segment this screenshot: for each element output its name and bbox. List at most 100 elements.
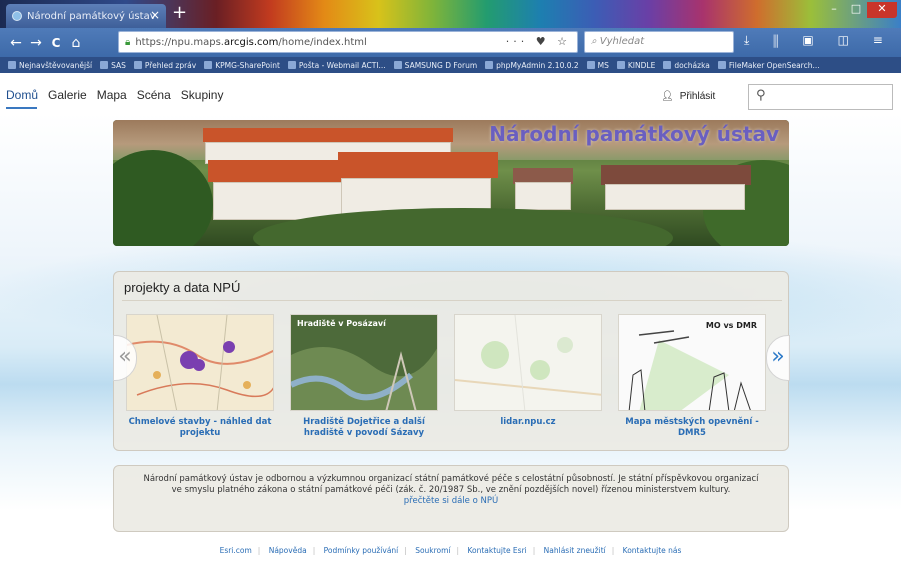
nav-groups[interactable]: Skupiny bbox=[181, 88, 224, 102]
card-label[interactable]: Hradiště Dojetřice a další hradiště v po… bbox=[290, 417, 438, 439]
bookmark-item[interactable]: SAMSUNG D Forum bbox=[393, 60, 478, 70]
bookmark-icon bbox=[393, 61, 402, 69]
lock-icon: 🔒︎ bbox=[125, 36, 131, 48]
minimize-button[interactable]: – bbox=[823, 2, 845, 18]
bookmark-item[interactable]: FileMaker OpenSearch... bbox=[717, 61, 820, 70]
search-icon: ⚲ bbox=[756, 88, 766, 103]
footer-link-contact-us[interactable]: Kontaktujte nás bbox=[623, 546, 682, 555]
card-thumbnail[interactable] bbox=[454, 314, 602, 411]
thumb-caption: Hradiště v Posázaví bbox=[297, 319, 386, 328]
card-label[interactable]: Chmelové stavby - náhled dat projektu bbox=[126, 417, 274, 439]
nav-map[interactable]: Mapa bbox=[97, 88, 127, 102]
person-icon: 👤︎ bbox=[661, 91, 674, 102]
gallery-card[interactable]: Hradiště v Posázaví Hradiště Dojetřice a… bbox=[290, 314, 438, 439]
bookmark-item[interactable]: docházka bbox=[663, 61, 710, 70]
bookmarks-bar: Nejnavštěvovanější SAS Přehled zpráv KPM… bbox=[0, 57, 901, 73]
roof-shape bbox=[208, 160, 348, 182]
toolbar-icons[interactable]: ⤓ ⫼ ▣ ◫ ≡ bbox=[744, 33, 893, 48]
url-tools-icons[interactable]: ··· ♥ ☆ bbox=[506, 35, 571, 48]
back-button[interactable]: ← bbox=[6, 35, 26, 51]
url-prefix: https://npu.maps. bbox=[135, 36, 224, 48]
home-button[interactable]: ⌂ bbox=[66, 35, 86, 51]
bookmark-icon bbox=[717, 61, 726, 69]
login-link[interactable]: 👤︎ Přihlásit bbox=[661, 91, 715, 102]
bookmark-icon bbox=[485, 61, 494, 69]
bookmark-icon bbox=[8, 61, 16, 69]
bookmark-item[interactable]: KINDLE bbox=[616, 61, 655, 70]
footer-link-terms[interactable]: Podmínky používání bbox=[324, 546, 399, 555]
bookmark-label: Pošta - Webmail ACTI... bbox=[298, 60, 386, 70]
valley-photo-icon bbox=[291, 315, 437, 410]
bookmark-label: KPMG-SharePoint bbox=[215, 60, 280, 70]
bookmark-icon bbox=[663, 61, 672, 69]
close-window-button[interactable]: ✕ bbox=[867, 2, 897, 18]
roof-shape bbox=[601, 165, 751, 185]
nav-gallery[interactable]: Galerie bbox=[48, 88, 87, 102]
about-link[interactable]: přečtěte si dále o NPÚ bbox=[138, 496, 764, 507]
bookmark-label: Přehled zpráv bbox=[144, 60, 197, 70]
url-host: arcgis.com bbox=[223, 36, 279, 48]
bookmark-item[interactable]: KPMG-SharePoint bbox=[204, 61, 280, 70]
bookmark-item[interactable]: Nejnavštěvovanější bbox=[8, 61, 92, 70]
footer-separator: | bbox=[312, 546, 316, 555]
footer-separator: | bbox=[611, 546, 615, 555]
card-label[interactable]: Mapa městských opevnění - DMR5 bbox=[618, 417, 766, 439]
gallery-card[interactable]: lidar.npu.cz bbox=[454, 314, 602, 428]
nav-scene[interactable]: Scéna bbox=[137, 88, 171, 102]
reload-button[interactable]: C bbox=[46, 36, 66, 50]
site-search-input[interactable]: ⚲ bbox=[748, 84, 893, 110]
footer-separator: | bbox=[456, 546, 460, 555]
bookmark-label: Nejnavštěvovanější bbox=[19, 60, 93, 70]
footer-link-report-abuse[interactable]: Nahlásit zneužití bbox=[544, 546, 606, 555]
browser-search-placeholder: Vyhledat bbox=[599, 36, 645, 47]
bookmark-item[interactable]: phpMyAdmin 2.10.0.2 bbox=[485, 61, 579, 70]
bookmark-icon bbox=[204, 61, 213, 69]
card-thumbnail[interactable]: MO vs DMR bbox=[618, 314, 766, 411]
bookmark-item[interactable]: Přehled zpráv bbox=[133, 60, 197, 70]
card-thumbnail[interactable]: Hradiště v Posázaví bbox=[290, 314, 438, 411]
map-thumbnail-icon bbox=[127, 315, 273, 410]
bookmark-label: SAS bbox=[111, 60, 126, 70]
footer-separator: | bbox=[257, 546, 261, 555]
footer-link-help[interactable]: Nápověda bbox=[269, 546, 307, 555]
window-controls: – □ ✕ bbox=[823, 2, 897, 18]
bookmark-label: SAMSUNG D Forum bbox=[404, 60, 478, 70]
browser-search-input[interactable]: ⌕ Vyhledat bbox=[584, 31, 734, 53]
tab-close-icon[interactable]: × bbox=[150, 8, 160, 22]
banner-title: Národní památkový ústav bbox=[489, 122, 779, 146]
card-thumbnail[interactable] bbox=[126, 314, 274, 411]
banner-image: Národní památkový ústav bbox=[113, 120, 789, 246]
card-label[interactable]: lidar.npu.cz bbox=[454, 417, 602, 428]
url-bar[interactable]: 🔒︎ https://npu.maps. arcgis.com /home/in… bbox=[118, 31, 578, 53]
footer-separator: | bbox=[532, 546, 536, 555]
search-icon: ⌕ bbox=[591, 36, 600, 47]
building-shape bbox=[515, 182, 571, 210]
gallery-card[interactable]: MO vs DMR Mapa městských opevnění - DMR5 bbox=[618, 314, 766, 439]
tree-shape bbox=[113, 150, 213, 246]
bookmark-item[interactable]: SAS bbox=[100, 61, 126, 70]
login-label: Přihlásit bbox=[679, 91, 716, 102]
bookmark-icon bbox=[616, 61, 625, 69]
footer-link-esri[interactable]: Esri.com bbox=[220, 546, 252, 555]
bookmark-icon bbox=[586, 61, 595, 69]
divider bbox=[122, 300, 782, 301]
browser-navbar: ← → C ⌂ 🔒︎ https://npu.maps. arcgis.com … bbox=[0, 28, 901, 57]
forward-button[interactable]: → bbox=[26, 35, 46, 51]
bookmark-label: MS bbox=[597, 60, 609, 70]
url-path: /home/index.html bbox=[278, 36, 367, 48]
footer-link-privacy[interactable]: Soukromí bbox=[415, 546, 450, 555]
nav-home[interactable]: Domů bbox=[6, 88, 38, 102]
thumb-caption: MO vs DMR bbox=[705, 321, 757, 330]
gallery-card[interactable]: Chmelové stavby - náhled dat projektu bbox=[126, 314, 274, 439]
lidar-map-icon bbox=[455, 315, 601, 410]
bookmark-icon bbox=[287, 61, 296, 69]
bookmark-item[interactable]: Pošta - Webmail ACTI... bbox=[287, 60, 386, 70]
browser-tab[interactable]: Národní památkový ústav × bbox=[6, 4, 166, 28]
bookmark-item[interactable]: MS bbox=[586, 60, 609, 70]
web-page: Domů Galerie Mapa Scéna Skupiny 👤︎ Přihlá… bbox=[0, 73, 901, 581]
new-tab-button[interactable]: + bbox=[172, 3, 187, 23]
about-box: Národní památkový ústav je odbornou a vý… bbox=[113, 465, 789, 532]
browser-titlebar: Národní památkový ústav × + – □ ✕ bbox=[0, 0, 901, 28]
footer-link-contact-esri[interactable]: Kontaktujte Esri bbox=[467, 546, 526, 555]
maximize-button[interactable]: □ bbox=[845, 2, 867, 18]
